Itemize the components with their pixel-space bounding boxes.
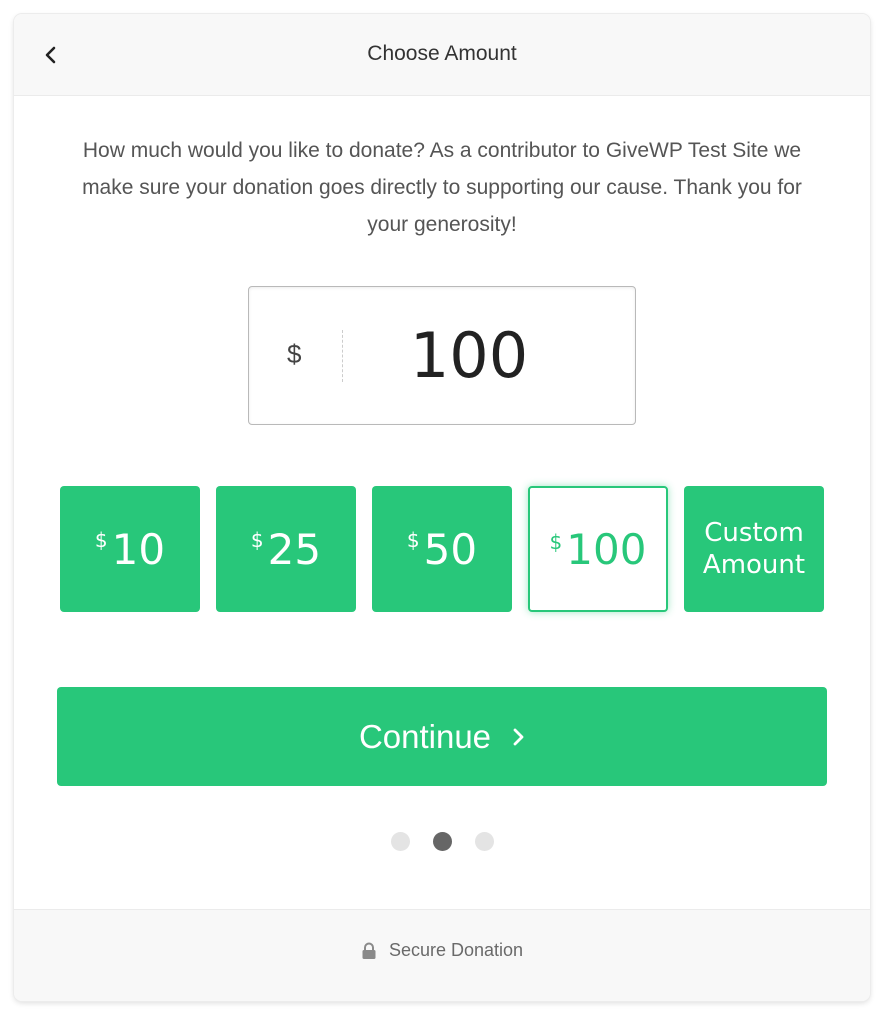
continue-button[interactable]: Continue bbox=[57, 687, 827, 786]
form-header: Choose Amount bbox=[14, 14, 870, 96]
step-dot-1[interactable] bbox=[390, 832, 410, 851]
step-dot-3[interactable] bbox=[474, 832, 494, 851]
level-amount: 25 bbox=[267, 524, 322, 574]
currency-symbol: $ bbox=[287, 339, 302, 369]
donation-levels: $ 10 $ 25 $ 50 $ 100 Custom Amount bbox=[60, 486, 824, 612]
form-footer: Secure Donation bbox=[14, 909, 870, 1001]
level-button-25[interactable]: $ 25 bbox=[216, 486, 356, 612]
amount-input[interactable] bbox=[349, 317, 589, 393]
level-currency-symbol: $ bbox=[549, 530, 563, 554]
custom-amount-label-line2: Amount bbox=[702, 550, 806, 580]
secure-donation-label: Secure Donation bbox=[388, 940, 524, 960]
custom-amount-label-line1: Custom bbox=[704, 518, 804, 548]
continue-label: Continue bbox=[358, 717, 492, 755]
custom-amount-button[interactable]: Custom Amount bbox=[684, 486, 824, 612]
donation-form-card: Choose Amount How much would you like to… bbox=[14, 14, 870, 1001]
level-amount: 50 bbox=[423, 524, 478, 574]
amount-divider bbox=[342, 330, 343, 382]
level-button-10[interactable]: $ 10 bbox=[60, 486, 200, 612]
level-currency-symbol: $ bbox=[406, 528, 420, 552]
level-currency-symbol: $ bbox=[94, 528, 108, 552]
level-amount: 100 bbox=[566, 524, 647, 574]
level-currency-symbol: $ bbox=[250, 528, 264, 552]
lock-icon bbox=[361, 942, 377, 960]
level-amount: 10 bbox=[111, 524, 166, 574]
step-dot-2[interactable] bbox=[432, 832, 452, 851]
secure-donation-notice: Secure Donation bbox=[14, 940, 870, 961]
donation-description: How much would you like to donate? As a … bbox=[82, 139, 802, 236]
chevron-right-icon bbox=[511, 726, 525, 748]
amount-field[interactable]: $ bbox=[248, 286, 636, 425]
level-button-50[interactable]: $ 50 bbox=[372, 486, 512, 612]
step-pagination bbox=[14, 832, 870, 851]
level-button-100[interactable]: $ 100 bbox=[528, 486, 668, 612]
page-title: Choose Amount bbox=[367, 42, 517, 65]
